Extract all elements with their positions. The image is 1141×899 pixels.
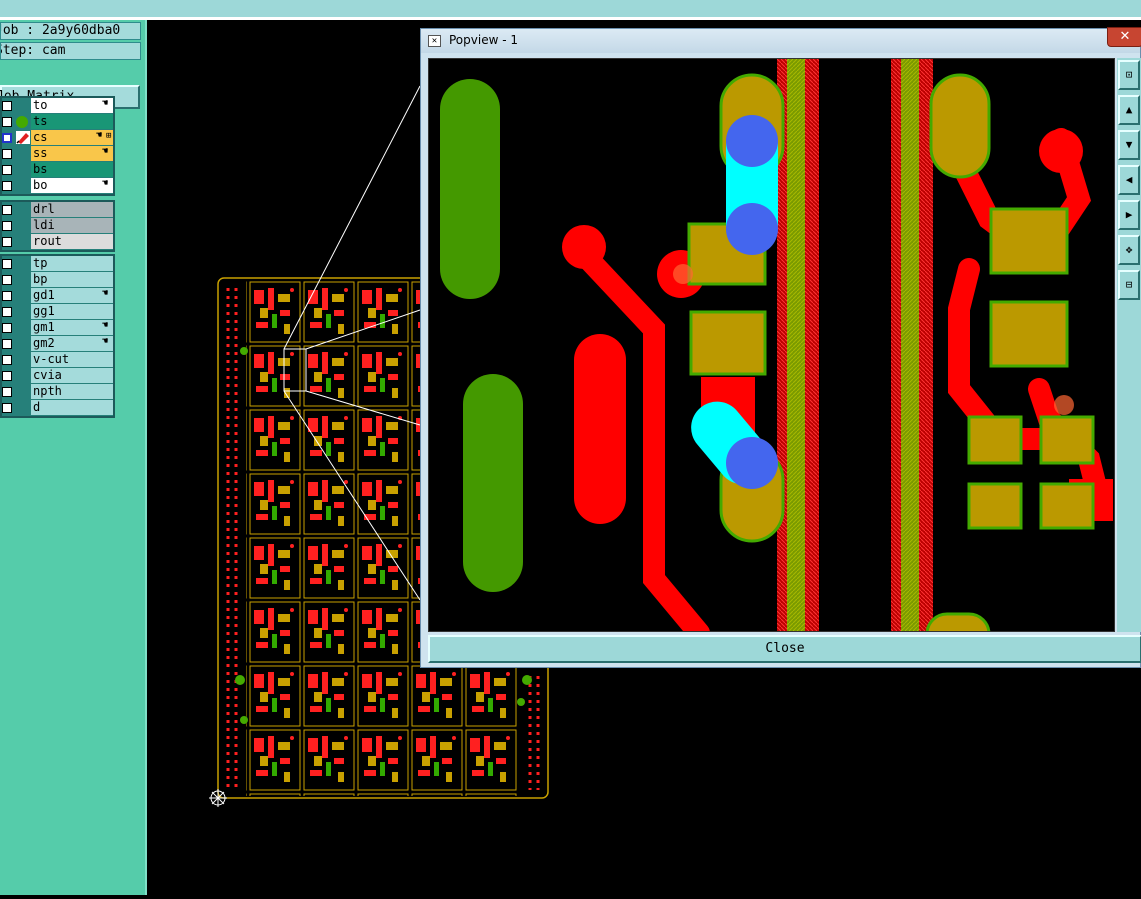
layer-name[interactable]: ldi bbox=[31, 218, 113, 233]
lock-icon: ⊞ bbox=[106, 131, 112, 141]
step-label: Step: cam bbox=[0, 42, 141, 60]
zoomed-pcb-drawing bbox=[440, 59, 1113, 631]
layer-row-gm2[interactable]: gm2 ☚ bbox=[2, 336, 113, 352]
job-label: Job : 2a9y60dba0 bbox=[0, 22, 141, 40]
top-toolbar bbox=[0, 0, 1141, 20]
layer-checkbox[interactable] bbox=[2, 117, 12, 127]
layer-checkbox[interactable] bbox=[2, 149, 12, 159]
hand-icon: ☚ bbox=[96, 130, 103, 141]
layer-group-board: to ☚ ts cs ☚ ⊞ ss ☚ bs bo ☚ bbox=[0, 96, 115, 196]
layer-name[interactable]: rout bbox=[31, 234, 113, 249]
layer-row-cs[interactable]: cs ☚ ⊞ bbox=[2, 130, 113, 146]
popview-tool-column: ⊡ ▲ ▼ ◀ ▶ ✥ ⊟ bbox=[1117, 58, 1141, 632]
hand-icon: ☚ bbox=[102, 288, 109, 299]
popview-window: ✕ Popview - 1 ✕ ⊡ ▲ ▼ ◀ ▶ ✥ ⊟ Close bbox=[420, 27, 1141, 668]
layer-row-d[interactable]: d bbox=[2, 400, 113, 416]
layer-checkbox[interactable] bbox=[2, 205, 12, 215]
layer-checkbox[interactable] bbox=[2, 165, 12, 175]
layer-row-tp[interactable]: tp bbox=[2, 256, 113, 272]
hand-icon: ☚ bbox=[102, 178, 109, 189]
layer-name[interactable]: bp bbox=[31, 272, 113, 287]
zoom-icon[interactable]: ⊡ bbox=[1118, 60, 1140, 90]
hand-icon: ☚ bbox=[102, 336, 109, 347]
layer-panel: Job : 2a9y60dba0 Step: cam Job Matrix ..… bbox=[0, 20, 147, 895]
hand-icon: ☚ bbox=[102, 320, 109, 331]
popview-title: Popview - 1 bbox=[449, 33, 518, 47]
layer-row-ldi[interactable]: ldi bbox=[2, 218, 113, 234]
layer-name[interactable]: to bbox=[31, 98, 113, 113]
layer-checkbox[interactable] bbox=[2, 387, 12, 397]
layer-name[interactable]: d bbox=[31, 400, 113, 415]
zoom-out-icon[interactable]: ⊟ bbox=[1118, 270, 1140, 300]
layer-checkbox[interactable] bbox=[2, 181, 12, 191]
layer-name[interactable]: ts bbox=[31, 114, 113, 129]
layer-name[interactable]: v-cut bbox=[31, 352, 113, 367]
layer-checkbox[interactable] bbox=[2, 259, 12, 269]
layer-name[interactable]: drl bbox=[31, 202, 113, 217]
layer-checkbox[interactable] bbox=[2, 291, 12, 301]
layer-row-ts[interactable]: ts bbox=[2, 114, 113, 130]
layer-row-drl[interactable]: drl bbox=[2, 202, 113, 218]
layer-checkbox[interactable] bbox=[2, 403, 12, 413]
layer-checkbox[interactable] bbox=[2, 307, 12, 317]
pan-right-icon[interactable]: ▶ bbox=[1118, 200, 1140, 230]
layer-name[interactable]: gm1 bbox=[31, 320, 113, 335]
layer-name[interactable]: npth bbox=[31, 384, 113, 399]
layer-row-to[interactable]: to ☚ bbox=[2, 98, 113, 114]
layer-name[interactable]: bo bbox=[31, 178, 113, 193]
zoom-fit-icon[interactable]: ✥ bbox=[1118, 235, 1140, 265]
layer-checkbox[interactable] bbox=[2, 355, 12, 365]
layer-name[interactable]: ss bbox=[31, 146, 113, 161]
layer-checkbox[interactable] bbox=[2, 101, 12, 111]
window-close-button[interactable]: ✕ bbox=[1107, 27, 1141, 47]
layer-name[interactable]: bs bbox=[31, 162, 113, 177]
layer-row-gg1[interactable]: gg1 bbox=[2, 304, 113, 320]
pan-down-icon[interactable]: ▼ bbox=[1118, 130, 1140, 160]
layer-checkbox[interactable] bbox=[2, 133, 12, 143]
layer-name[interactable]: tp bbox=[31, 256, 113, 271]
pan-left-icon[interactable]: ◀ bbox=[1118, 165, 1140, 195]
pan-up-icon[interactable]: ▲ bbox=[1118, 95, 1140, 125]
layer-checkbox[interactable] bbox=[2, 275, 12, 285]
layer-name[interactable]: gg1 bbox=[31, 304, 113, 319]
layer-row-bp[interactable]: bp bbox=[2, 272, 113, 288]
layer-checkbox[interactable] bbox=[2, 371, 12, 381]
layer-row-rout[interactable]: rout bbox=[2, 234, 113, 250]
hand-icon: ☚ bbox=[102, 146, 109, 157]
layer-checkbox[interactable] bbox=[2, 339, 12, 349]
layer-name[interactable]: cvia bbox=[31, 368, 113, 383]
window-icon: ✕ bbox=[428, 35, 441, 47]
popview-titlebar[interactable]: ✕ Popview - 1 ✕ bbox=[421, 27, 1141, 53]
layer-row-npth[interactable]: npth bbox=[2, 384, 113, 400]
layer-row-cvia[interactable]: cvia bbox=[2, 368, 113, 384]
layer-name[interactable]: gd1 bbox=[31, 288, 113, 303]
layer-group-misc: tp bp gd1 ☚ gg1 gm1 ☚ gm2 ☚ v-cut cvia npth d bbox=[0, 254, 115, 418]
layer-row-bs[interactable]: bs bbox=[2, 162, 113, 178]
layer-row-bo[interactable]: bo ☚ bbox=[2, 178, 113, 194]
layer-row-gd1[interactable]: gd1 ☚ bbox=[2, 288, 113, 304]
hand-icon: ☚ bbox=[102, 98, 109, 109]
layer-checkbox[interactable] bbox=[2, 323, 12, 333]
popview-canvas[interactable] bbox=[428, 58, 1115, 632]
layer-checkbox[interactable] bbox=[2, 221, 12, 231]
affected-layer-icon bbox=[16, 116, 28, 128]
work-layer-icon bbox=[16, 131, 30, 144]
layer-row-v-cut[interactable]: v-cut bbox=[2, 352, 113, 368]
layer-row-gm1[interactable]: gm1 ☚ bbox=[2, 320, 113, 336]
layer-row-ss[interactable]: ss ☚ bbox=[2, 146, 113, 162]
close-button[interactable]: Close bbox=[428, 635, 1141, 663]
layer-group-drill: drl ldi rout bbox=[0, 200, 115, 252]
layer-name[interactable]: gm2 bbox=[31, 336, 113, 351]
layer-checkbox[interactable] bbox=[2, 237, 12, 247]
